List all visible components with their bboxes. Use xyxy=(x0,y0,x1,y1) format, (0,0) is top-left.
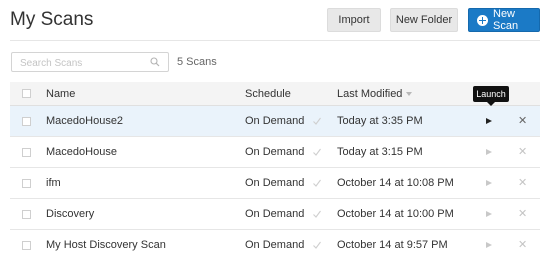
sort-down-icon xyxy=(406,91,413,96)
table-row[interactable]: Discovery On Demand October 14 at 10:00 … xyxy=(10,199,540,230)
scan-name[interactable]: My Host Discovery Scan xyxy=(46,230,166,259)
import-button[interactable]: Import xyxy=(327,8,381,32)
scan-name[interactable]: MacedoHouse xyxy=(46,137,117,167)
search-input[interactable] xyxy=(12,54,142,73)
new-scan-label: New Scan xyxy=(493,8,519,32)
scan-last-modified: October 14 at 9:57 PM xyxy=(337,239,448,251)
table-row[interactable]: MacedoHouse On Demand Today at 3:15 PM ✕ xyxy=(10,137,540,168)
close-icon[interactable]: ✕ xyxy=(518,177,527,189)
close-icon[interactable]: ✕ xyxy=(518,115,527,127)
search-box xyxy=(11,52,169,73)
select-all-checkbox[interactable] xyxy=(22,89,31,98)
row-checkbox[interactable] xyxy=(22,116,31,126)
scan-name[interactable]: Discovery xyxy=(46,199,94,229)
table-row[interactable]: ifm On Demand October 14 at 10:08 PM ✕ xyxy=(10,168,540,199)
check-icon xyxy=(313,210,321,218)
play-icon[interactable] xyxy=(486,242,492,248)
play-icon[interactable] xyxy=(486,149,492,155)
check-icon xyxy=(313,179,321,187)
row-checkbox[interactable] xyxy=(22,147,31,157)
scan-schedule: On Demand xyxy=(245,177,305,189)
scan-last-modified: October 14 at 10:08 PM xyxy=(337,177,454,189)
table-row[interactable]: MacedoHouse2 On Demand Today at 3:35 PM … xyxy=(10,106,540,137)
close-icon[interactable]: ✕ xyxy=(518,208,527,220)
play-icon[interactable] xyxy=(486,211,492,217)
check-icon xyxy=(313,117,321,125)
scan-schedule: On Demand xyxy=(245,115,305,127)
table-header: Name Schedule Last Modified xyxy=(10,82,540,106)
table-row[interactable]: My Host Discovery Scan On Demand October… xyxy=(10,230,540,259)
check-icon xyxy=(313,148,321,156)
scan-last-modified: Today at 3:15 PM xyxy=(337,146,423,158)
row-checkbox[interactable] xyxy=(22,209,31,219)
play-icon[interactable] xyxy=(486,118,492,124)
scan-schedule: On Demand xyxy=(245,146,305,158)
plus-circle-icon xyxy=(477,14,488,26)
page-title: My Scans xyxy=(10,9,94,30)
scan-name[interactable]: ifm xyxy=(46,168,61,198)
scan-name[interactable]: MacedoHouse2 xyxy=(46,106,123,136)
new-scan-button[interactable]: New Scan xyxy=(468,8,540,32)
close-icon[interactable]: ✕ xyxy=(518,146,527,158)
new-folder-button[interactable]: New Folder xyxy=(390,8,458,32)
scan-schedule: On Demand xyxy=(245,208,305,220)
scan-last-modified: October 14 at 10:00 PM xyxy=(337,208,454,220)
check-icon xyxy=(313,241,321,249)
row-checkbox[interactable] xyxy=(22,240,31,250)
close-icon[interactable]: ✕ xyxy=(518,239,527,251)
search-icon[interactable] xyxy=(150,57,160,67)
launch-tooltip: Launch xyxy=(473,86,509,106)
last-modified-label: Last Modified xyxy=(337,87,403,100)
column-header-last-modified[interactable]: Last Modified xyxy=(337,82,413,105)
play-icon[interactable] xyxy=(486,180,492,186)
column-header-schedule[interactable]: Schedule xyxy=(245,82,291,105)
scans-table: Name Schedule Last Modified MacedoHouse2… xyxy=(10,82,540,259)
column-header-name[interactable]: Name xyxy=(46,82,75,105)
row-checkbox[interactable] xyxy=(22,178,31,188)
scan-count: 5 Scans xyxy=(177,56,217,68)
scan-schedule: On Demand xyxy=(245,239,305,251)
scan-last-modified: Today at 3:35 PM xyxy=(337,115,423,127)
header-divider xyxy=(10,40,540,41)
